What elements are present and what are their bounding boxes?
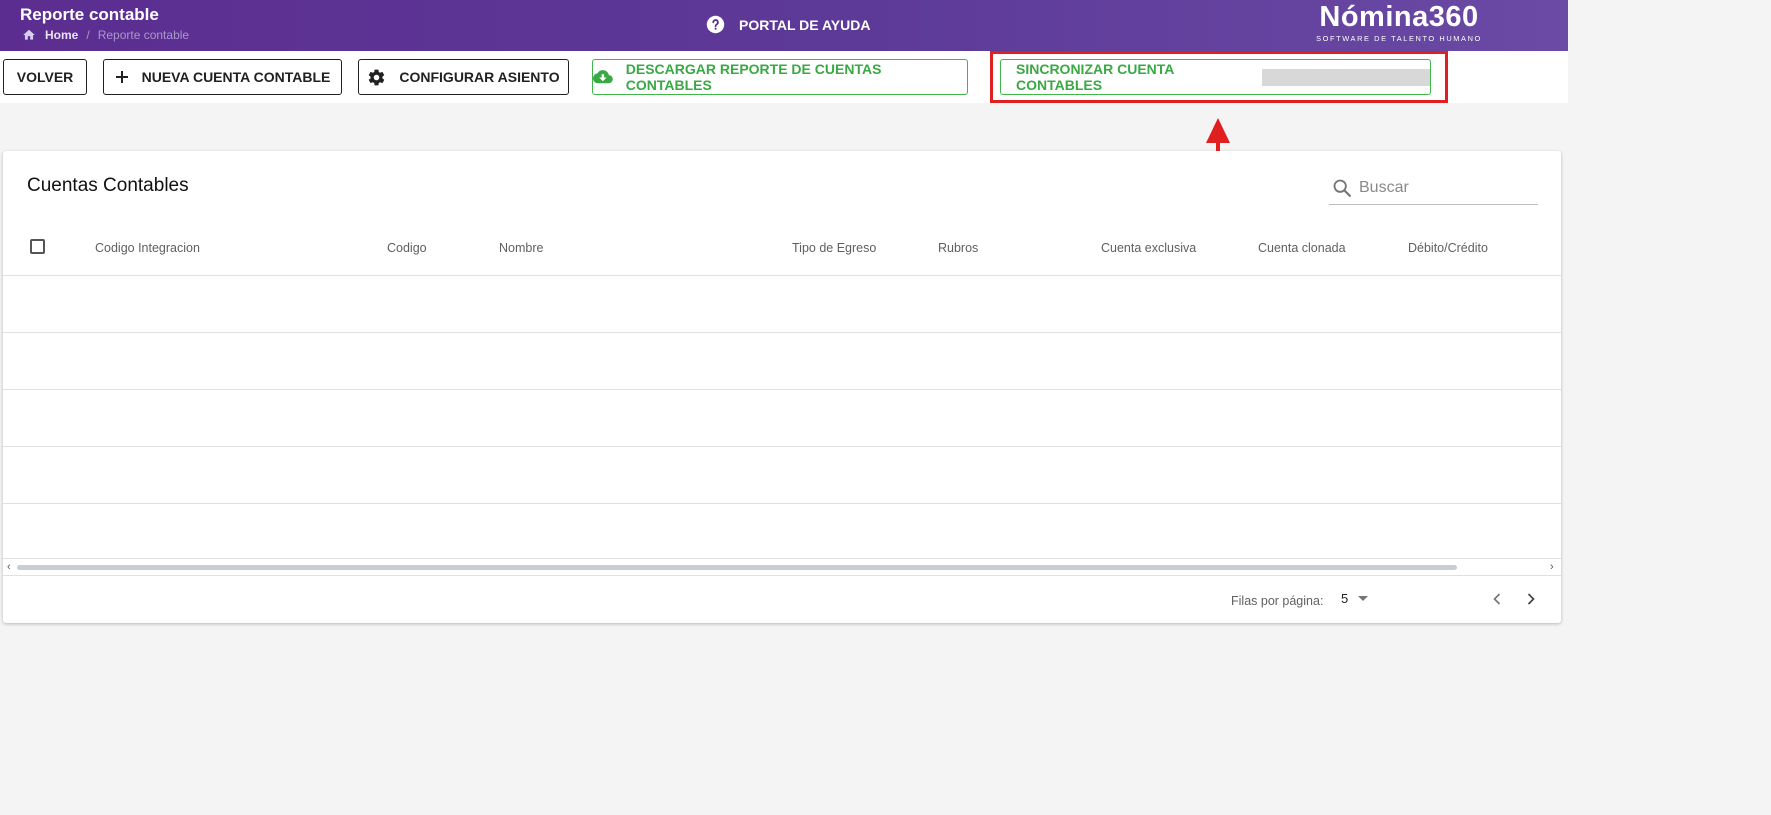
app-header: Reporte contable Home / Reporte contable… (0, 0, 1568, 51)
download-report-button[interactable]: DESCARGAR REPORTE DE CUENTAS CONTABLES (592, 59, 968, 95)
brand-logo: Nómina360 SOFTWARE DE TALENTO HUMANO (1309, 1, 1489, 44)
column-header-nombre[interactable]: Nombre (499, 241, 543, 255)
back-button-label: VOLVER (16, 69, 74, 85)
card-title: Cuentas Contables (27, 175, 189, 196)
help-portal-link[interactable]: PORTAL DE AYUDA (706, 15, 870, 34)
breadcrumb-separator: / (86, 28, 90, 42)
chevron-right-icon[interactable] (1521, 589, 1541, 609)
rows-per-page-label: Filas por página: (1231, 594, 1324, 608)
horizontal-scrollbar[interactable]: ‹ › (3, 559, 1561, 576)
help-icon (706, 15, 725, 34)
scroll-right-arrow[interactable]: › (1550, 561, 1554, 573)
breadcrumb: Home / Reporte contable (21, 28, 189, 42)
table-row (3, 276, 1561, 333)
download-report-button-label: DESCARGAR REPORTE DE CUENTAS CONTABLES (625, 61, 882, 93)
search-input[interactable] (1359, 179, 1529, 197)
column-header-tipo-egreso[interactable]: Tipo de Egreso (792, 241, 876, 255)
column-header-cuenta-exclusiva[interactable]: Cuenta exclusiva (1101, 241, 1196, 255)
configure-entry-button-label: CONFIGURAR ASIENTO (399, 69, 560, 85)
column-header-rubros[interactable]: Rubros (938, 241, 978, 255)
back-button[interactable]: VOLVER (3, 59, 87, 95)
logo-tagline: SOFTWARE DE TALENTO HUMANO (1316, 34, 1482, 43)
table-pagination: Filas por página: 5 (3, 577, 1561, 623)
select-all-checkbox[interactable] (30, 239, 45, 254)
chevron-left-icon[interactable] (1487, 589, 1507, 609)
table-row (3, 504, 1561, 559)
gear-icon (369, 69, 385, 85)
table-row (3, 447, 1561, 504)
configure-entry-button[interactable]: CONFIGURAR ASIENTO (358, 59, 569, 95)
column-header-cuenta-clonada[interactable]: Cuenta clonada (1258, 241, 1346, 255)
search-field (1329, 172, 1538, 205)
help-label: PORTAL DE AYUDA (739, 16, 871, 33)
breadcrumb-current: Reporte contable (97, 28, 190, 42)
new-account-button[interactable]: NUEVA CUENTA CONTABLE (103, 59, 342, 95)
scrollbar-thumb[interactable] (17, 565, 1457, 570)
dropdown-caret-icon (1358, 596, 1369, 601)
cloud-download-icon (593, 69, 613, 83)
rows-per-page-select[interactable]: 5 (1341, 591, 1369, 606)
table-row (3, 333, 1561, 390)
highlight-box (990, 51, 1448, 103)
plus-icon (115, 71, 128, 83)
logo-wordmark: Nómina360 (1319, 1, 1479, 33)
new-account-button-label: NUEVA CUENTA CONTABLE (141, 69, 331, 85)
breadcrumb-home-link[interactable]: Home (45, 28, 78, 42)
home-icon[interactable] (21, 28, 37, 42)
column-header-codigo-integracion[interactable]: Codigo Integracion (95, 241, 200, 255)
table-header-row: Codigo Integracion Codigo Nombre Tipo de… (3, 223, 1561, 276)
column-header-debito-credito[interactable]: Débito/Crédito (1408, 241, 1488, 255)
rows-per-page-value: 5 (1341, 591, 1349, 606)
column-header-codigo[interactable]: Codigo (387, 241, 427, 255)
table-row (3, 390, 1561, 447)
scroll-left-arrow[interactable]: ‹ (7, 561, 11, 573)
search-icon (1333, 179, 1351, 197)
accounts-card: Cuentas Contables Codigo Integracion Cod… (3, 151, 1561, 623)
page-title: Reporte contable (20, 5, 159, 24)
